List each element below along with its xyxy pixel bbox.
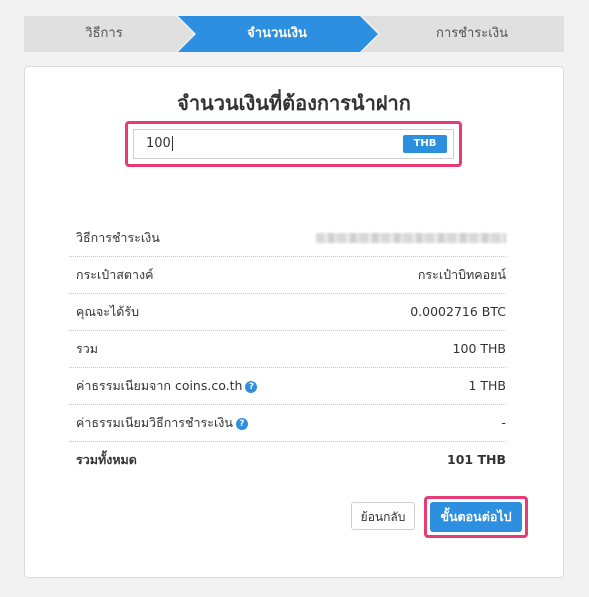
row-label: กระเป๋าสตางค์ [76,267,154,282]
summary-row-wallet: กระเป๋าสตางค์ กระเป๋าบิทคอยน์ [69,257,506,294]
row-value: 100 THB [452,341,506,356]
masked-value [316,233,506,243]
summary-table: วิธีการชำระเงิน กระเป๋าสตางค์ กระเป๋าบิท… [69,220,506,478]
amount-field-highlight: 100 THB [125,121,462,167]
row-label: ค่าธรรมเนียมจาก coins.co.th? [76,368,258,404]
row-value: 0.0002716 BTC [410,304,506,319]
row-value: - [501,415,506,430]
summary-row-total: รวมทั้งหมด 101 THB [69,442,506,478]
row-label: คุณจะได้รับ [76,304,140,319]
summary-row-receive: คุณจะได้รับ 0.0002716 BTC [69,294,506,331]
step-method[interactable]: วิธีการ [24,16,184,52]
summary-row-coins-fee: ค่าธรรมเนียมจาก coins.co.th? 1 THB [69,368,506,405]
next-button-highlight: ขั้นตอนต่อไป [424,496,528,538]
step-progress-bar: วิธีการ จำนวนเงิน การชำระเงิน [24,16,564,52]
amount-input-value: 100 [146,136,173,151]
row-value: กระเป๋าบิทคอยน์ [417,267,506,282]
deposit-card: จำนวนเงินที่ต้องการนำฝาก 100 THB วิธีการ… [24,66,564,578]
question-circle-icon[interactable]: ? [245,380,258,393]
row-label: ค่าธรรมเนียมวิธีการชำระเงิน? [76,405,248,441]
next-step-button[interactable]: ขั้นตอนต่อไป [430,502,522,532]
summary-row-payment-fee: ค่าธรรมเนียมวิธีการชำระเงิน? - [69,405,506,442]
back-button[interactable]: ย้อนกลับ [351,502,415,530]
row-label: รวมทั้งหมด [76,452,137,467]
amount-input[interactable]: 100 THB [133,129,454,159]
summary-row-subtotal: รวม 100 THB [69,331,506,368]
step-amount[interactable]: จำนวนเงิน [192,16,362,52]
step-payment[interactable]: การชำระเงิน [380,16,564,52]
row-label: วิธีการชำระเงิน [76,230,160,245]
page-title: จำนวนเงินที่ต้องการนำฝาก [177,91,411,115]
summary-row-payment-method: วิธีการชำระเงิน [69,220,506,257]
question-circle-icon[interactable]: ? [235,417,248,430]
row-value: 1 THB [468,378,506,393]
row-value: 101 THB [447,452,506,467]
currency-badge: THB [403,135,447,153]
text-caret [171,136,173,151]
row-label: รวม [76,341,98,356]
